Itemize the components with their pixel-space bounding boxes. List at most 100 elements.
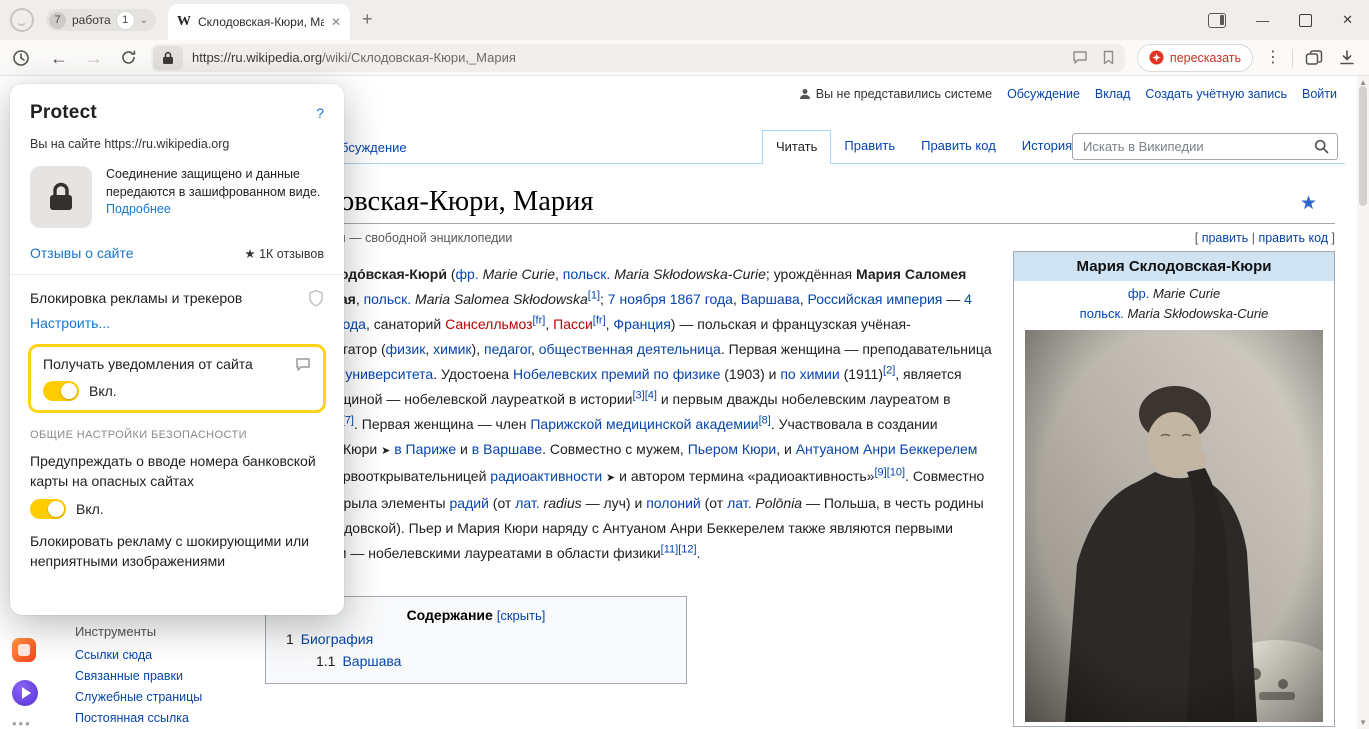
toc-hide-link[interactable]: [скрыть] [497, 608, 546, 623]
star-icon[interactable]: ★ [1300, 192, 1317, 215]
personal-link-talk[interactable]: Обсуждение [1007, 87, 1080, 101]
bookmark-flag-icon[interactable] [1102, 50, 1115, 65]
tabs-panel-icon[interactable] [1305, 50, 1323, 66]
sidebar-link-permalink[interactable]: Постоянная ссылка [75, 711, 202, 725]
text-segment: ), [472, 341, 484, 357]
wiki-link[interactable]: лат. [727, 495, 751, 511]
wiki-link[interactable]: Франция [613, 316, 670, 332]
downloads-icon[interactable] [1339, 49, 1355, 66]
text-segment: , [800, 291, 808, 307]
wiki-link[interactable]: фр. [456, 266, 479, 282]
wiki-link[interactable]: химик [433, 341, 471, 357]
tab-read[interactable]: Читать [762, 130, 831, 164]
personal-link-contribs[interactable]: Вклад [1095, 87, 1131, 101]
wiki-link[interactable]: Российская империя [808, 291, 943, 307]
footnote-ref[interactable]: [8] [759, 414, 771, 426]
tab-group[interactable]: 7 работа 1 ⌄ [46, 9, 156, 31]
wiki-link[interactable]: Нобелевских премий по физике [513, 366, 720, 382]
scrollbar[interactable]: ▲ ▼ [1357, 76, 1369, 729]
tab-strip: 7 работа 1 ⌄ W Склодовская-Кюри, Ма ✕ + … [0, 0, 1369, 40]
wiki-link[interactable]: 1867 года [670, 291, 733, 307]
close-tab-icon[interactable]: ✕ [331, 15, 341, 29]
lang-fr-link[interactable]: фр. [1128, 286, 1150, 301]
browser-menu-icon[interactable] [10, 8, 34, 32]
card-warning-state: Вкл. [76, 501, 104, 517]
red-link[interactable]: Пасси [553, 316, 593, 332]
sidebar-link-special[interactable]: Служебные страницы [75, 690, 202, 704]
text-segment: , [545, 316, 553, 332]
card-warning-toggle[interactable] [30, 499, 66, 519]
wiki-link[interactable]: лат. [515, 495, 539, 511]
more-apps-icon[interactable]: ••• [12, 716, 32, 729]
url-text[interactable]: https://ru.wikipedia.org/wiki/Склодовска… [192, 50, 516, 65]
name-polish: Maria Skłodowska-Curie [1127, 306, 1268, 321]
personal-link-login[interactable]: Войти [1302, 87, 1337, 101]
scrollbar-thumb[interactable] [1359, 86, 1367, 206]
footnote-ref[interactable]: [1] [588, 289, 600, 301]
wiki-link[interactable]: по химии [780, 366, 839, 382]
name-french: Marie Curie [1153, 286, 1220, 301]
edit-source-link[interactable]: править код [1258, 231, 1328, 245]
scroll-down-icon[interactable]: ▼ [1359, 718, 1367, 727]
active-tab[interactable]: W Склодовская-Кюри, Ма ✕ [168, 4, 350, 40]
side-panel-icon[interactable] [1208, 13, 1226, 28]
wiki-link[interactable]: Антуаном Анри Беккерелем [796, 441, 978, 457]
lang-pl-link[interactable]: польск. [1080, 306, 1124, 321]
wiki-link[interactable]: Парижской медицинской академии [530, 416, 758, 432]
wiki-link[interactable]: Варшава [741, 291, 800, 307]
details-link[interactable]: Подробнее [106, 202, 171, 216]
search-input[interactable] [1081, 138, 1314, 155]
footnote-ref[interactable]: [3][4] [632, 389, 656, 401]
italic-text: radius [544, 495, 582, 511]
close-window-button[interactable]: ✕ [1342, 12, 1353, 28]
wiki-link[interactable]: физик [386, 341, 426, 357]
footnote-ref[interactable]: [fr] [593, 314, 606, 326]
footnote-ref[interactable]: [2] [883, 364, 895, 376]
wiki-link[interactable]: педагог [484, 341, 531, 357]
comment-icon [295, 357, 311, 372]
comment-bubble-icon[interactable] [1072, 50, 1088, 65]
wiki-link[interactable]: полоний [646, 495, 701, 511]
tab-edit-source[interactable]: Править код [908, 130, 1009, 164]
text-segment: , санаторий [366, 316, 445, 332]
edit-link[interactable]: править [1202, 231, 1249, 245]
wiki-link[interactable]: польск. [563, 266, 611, 282]
wiki-link[interactable]: 7 ноября [608, 291, 666, 307]
maximize-button[interactable] [1299, 14, 1312, 27]
wiki-link[interactable]: в Париже [394, 441, 456, 457]
notifications-toggle[interactable] [43, 381, 79, 401]
reload-button[interactable] [120, 49, 137, 66]
minimize-button[interactable]: — [1256, 13, 1269, 28]
wiki-link[interactable]: польск. [364, 291, 412, 307]
summarize-label: пересказать [1170, 51, 1241, 65]
back-button[interactable]: ← [50, 49, 68, 67]
forward-button[interactable]: → [85, 49, 103, 67]
wiki-link[interactable]: Пьером Кюри [688, 441, 777, 457]
configure-link[interactable]: Настроить... [30, 315, 324, 331]
address-bar[interactable]: https://ru.wikipedia.org/wiki/Склодовска… [151, 44, 1125, 72]
toc-item[interactable]: 1.1Варшава [316, 653, 666, 669]
sidebar-link-whatlinkshere[interactable]: Ссылки сюда [75, 648, 202, 662]
site-reviews-link[interactable]: Отзывы о сайте [30, 245, 134, 261]
footnote-ref[interactable]: [fr] [533, 314, 546, 326]
wiki-link[interactable]: радиоактивности [490, 468, 602, 484]
tab-edit[interactable]: Править [831, 130, 908, 164]
footnote-ref[interactable]: [9][10] [874, 466, 905, 478]
footnote-ref[interactable]: [11][12] [661, 543, 697, 555]
help-link[interactable]: ? [316, 105, 324, 121]
wiki-search-box[interactable] [1072, 133, 1338, 160]
red-link[interactable]: Санселльмоз [445, 316, 532, 332]
personal-link-create-account[interactable]: Создать учётную запись [1145, 87, 1287, 101]
alice-assistant-icon[interactable] [12, 680, 38, 706]
more-options-icon[interactable]: ⋮ [1265, 50, 1281, 66]
history-icon[interactable] [12, 49, 30, 67]
lock-icon[interactable] [153, 46, 183, 70]
summarize-button[interactable]: пересказать [1137, 44, 1253, 72]
wiki-link[interactable]: радий [450, 495, 489, 511]
new-tab-button[interactable]: + [362, 9, 373, 30]
wiki-link[interactable]: общественная деятельница [539, 341, 721, 357]
sidebar-link-related[interactable]: Связанные правки [75, 669, 202, 683]
market-app-icon[interactable] [12, 638, 36, 662]
toc-item[interactable]: 1Биография [286, 631, 666, 647]
wiki-link[interactable]: в Варшаве [472, 441, 542, 457]
